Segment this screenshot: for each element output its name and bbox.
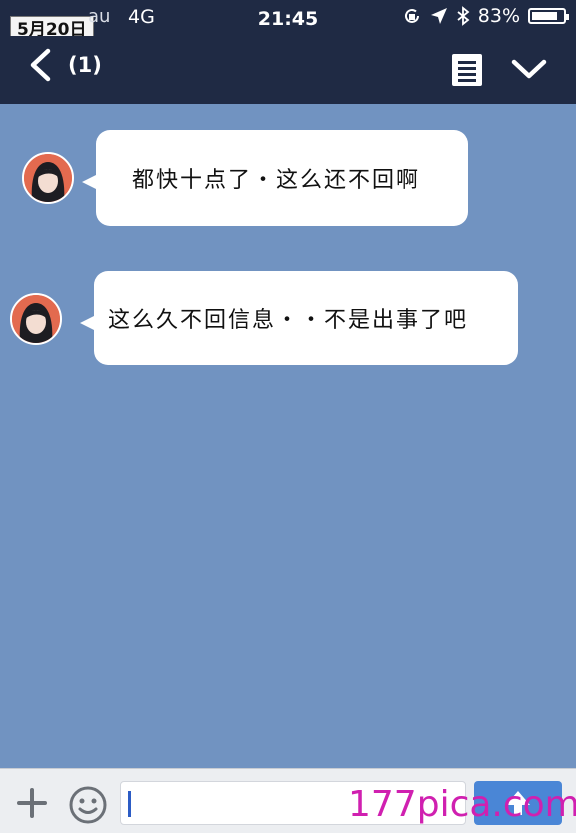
rotation-lock-icon bbox=[404, 8, 419, 23]
message-text: 这么久不回信息・・不是出事了吧 bbox=[108, 308, 469, 333]
unread-count: (1) bbox=[68, 53, 102, 77]
location-arrow-icon bbox=[430, 8, 447, 24]
status-icons: 83% bbox=[402, 5, 569, 27]
avatar[interactable] bbox=[22, 152, 74, 204]
message-bubble[interactable]: 都快十点了・这么还不回啊 bbox=[82, 130, 468, 226]
battery-fill bbox=[532, 12, 557, 20]
watermark: 177pica.com bbox=[348, 784, 576, 825]
menu-list-icon[interactable] bbox=[452, 54, 482, 86]
status-bar: 5月20日 au 4G 21:45 83% bbox=[0, 0, 576, 44]
nav-bar: (1) bbox=[0, 36, 576, 104]
back-button[interactable]: (1) bbox=[28, 48, 102, 82]
battery-percent: 83% bbox=[477, 5, 520, 27]
avatar[interactable] bbox=[10, 293, 62, 345]
message-bubble[interactable]: 这么久不回信息・・不是出事了吧 bbox=[80, 271, 518, 365]
battery-icon bbox=[528, 8, 569, 24]
bluetooth-icon bbox=[457, 6, 470, 26]
text-cursor bbox=[128, 791, 131, 817]
back-chevron-icon bbox=[30, 48, 51, 82]
chevron-down-icon[interactable] bbox=[510, 56, 548, 86]
emoji-icon[interactable] bbox=[68, 785, 108, 825]
message-text: 都快十点了・这么还不回啊 bbox=[132, 168, 421, 193]
plus-icon[interactable] bbox=[16, 787, 48, 819]
